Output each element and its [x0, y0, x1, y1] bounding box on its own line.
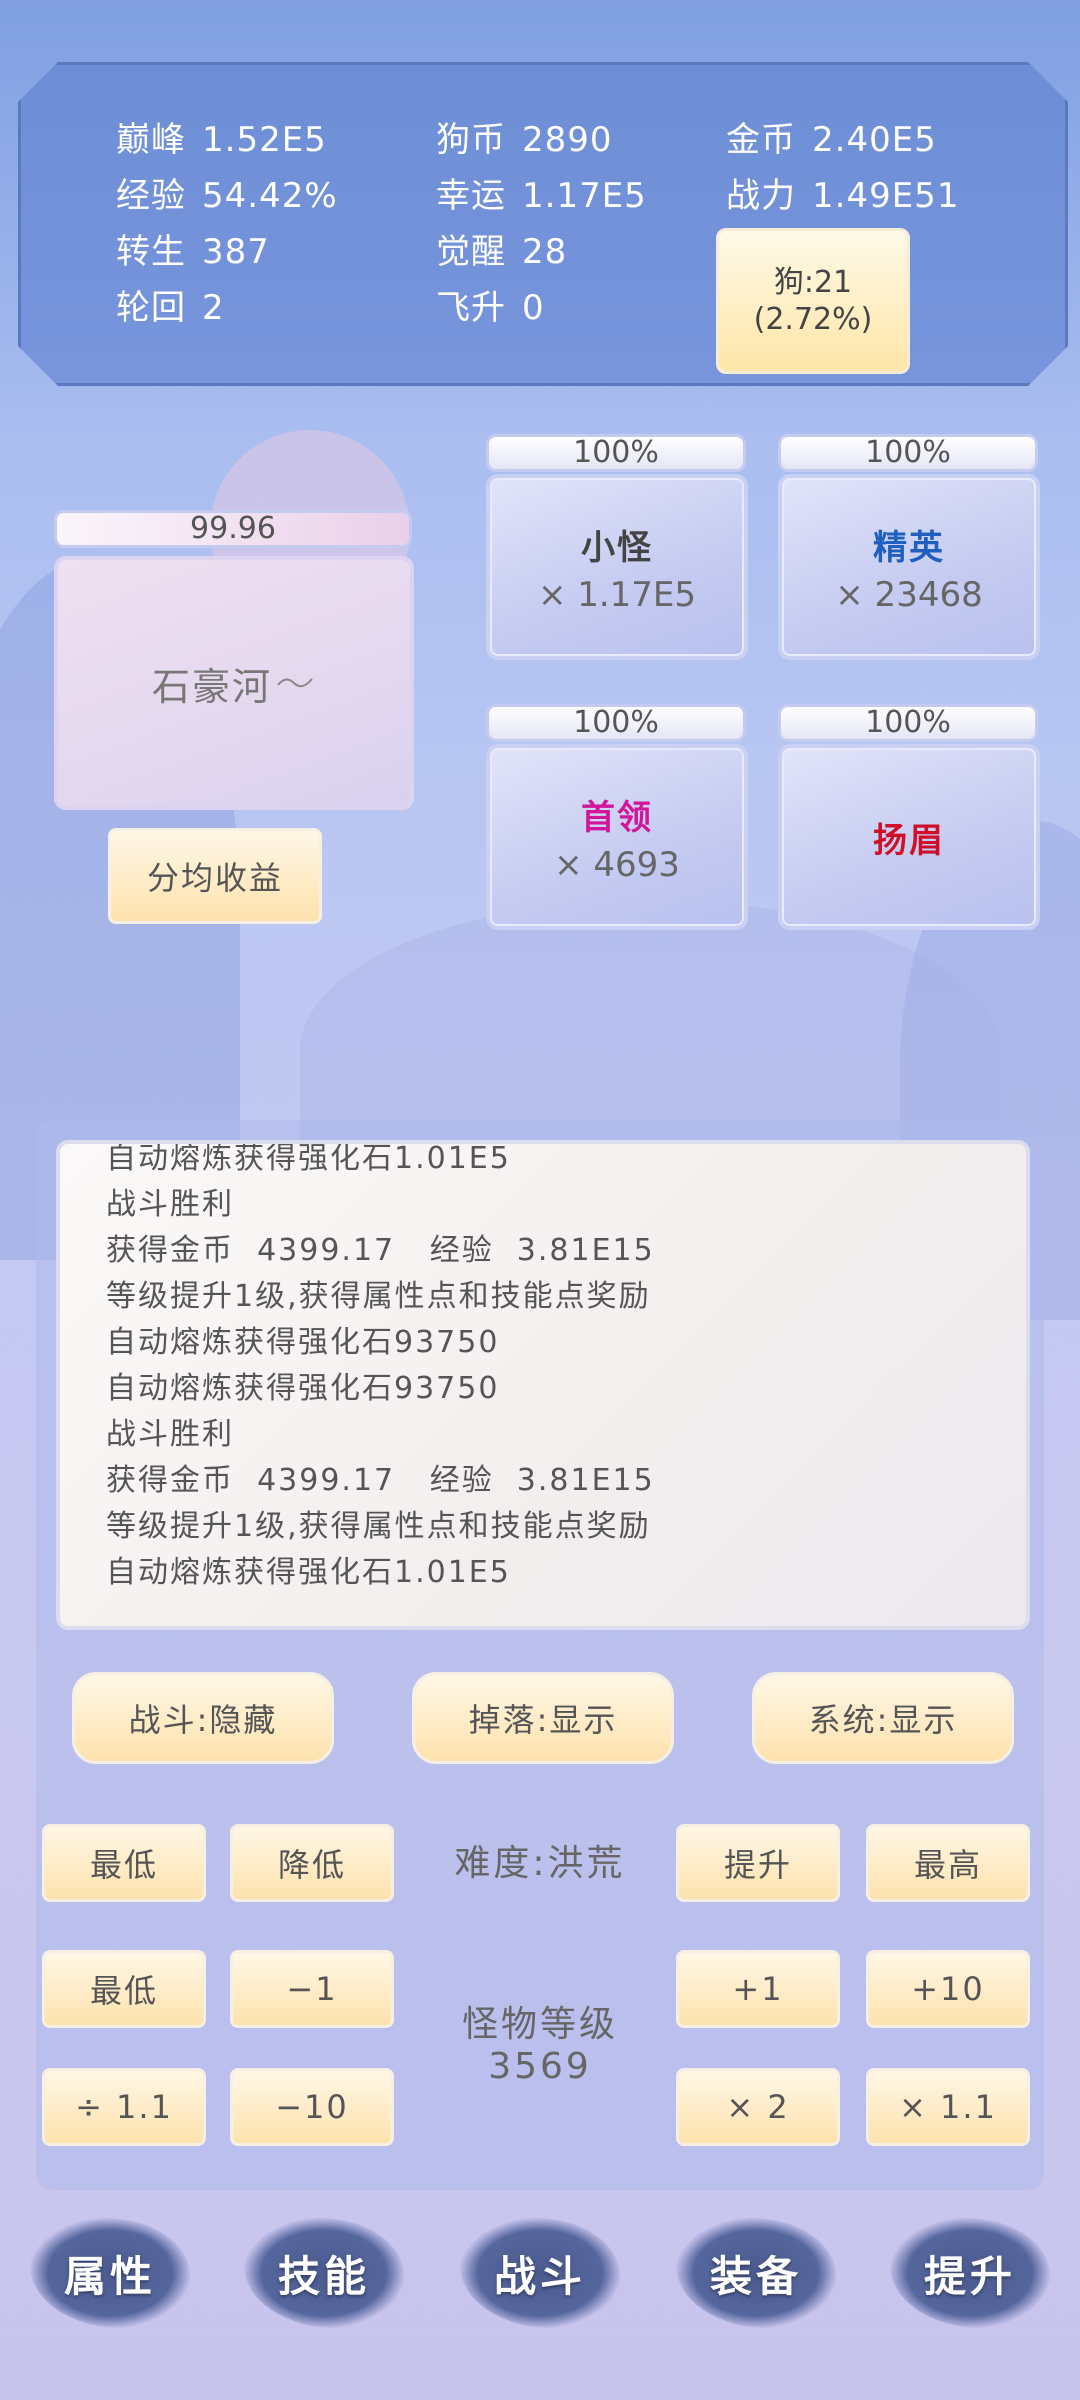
nav-attributes[interactable]: 属性 [30, 2218, 190, 2328]
log-line: 等级提升1级,获得属性点和技能点奖励 [106, 1279, 651, 1314]
difficulty-min-button[interactable]: 最低 [42, 1824, 206, 1902]
filter-drop-button[interactable]: 掉落:显示 [412, 1672, 674, 1764]
stat-power: 战力 1.49E51 [726, 176, 960, 216]
log-line: 自动熔炼获得强化石1.01E5 [106, 1555, 511, 1590]
enemy-count: × 23468 [835, 574, 983, 615]
enemy-progress-bar: 100% [778, 434, 1038, 472]
player-hp-bar: 99.96 [54, 510, 412, 548]
log-line: 战斗胜利 [106, 1187, 234, 1222]
filter-system-button[interactable]: 系统:显示 [752, 1672, 1014, 1764]
level-min-button[interactable]: 最低 [42, 1950, 206, 2028]
level-double-button[interactable]: × 2 [676, 2068, 840, 2146]
dog-percent: (2.72%) [753, 302, 873, 337]
enemy-progress-bar: 100% [778, 704, 1038, 742]
level-multiply-button[interactable]: × 1.1 [866, 2068, 1030, 2146]
level-divide-button[interactable]: ÷ 1.1 [42, 2068, 206, 2146]
enemy-name: 首领 [581, 797, 653, 838]
log-line: 等级提升1级,获得属性点和技能点奖励 [106, 1509, 651, 1544]
level-minus1-button[interactable]: −1 [230, 1950, 394, 2028]
stat-peak: 巅峰 1.52E5 [116, 120, 327, 160]
nav-equipment[interactable]: 装备 [676, 2218, 836, 2328]
enemy-name: 精英 [873, 527, 945, 568]
stat-samsara: 轮回 2 [116, 288, 225, 328]
split-earnings-button[interactable]: 分均收益 [108, 828, 322, 924]
stat-awaken: 觉醒 28 [436, 232, 568, 272]
dog-button[interactable]: 狗:21 (2.72%) [716, 228, 910, 374]
stat-luck: 幸运 1.17E5 [436, 176, 647, 216]
difficulty-max-button[interactable]: 最高 [866, 1824, 1030, 1902]
level-plus10-button[interactable]: +10 [866, 1950, 1030, 2028]
log-line: 自动熔炼获得强化石93750 [106, 1325, 500, 1360]
stat-dogcoin: 狗币 2890 [436, 120, 613, 160]
enemy-name: 小怪 [581, 527, 653, 568]
dog-count: 狗:21 [773, 264, 853, 300]
log-line: 自动熔炼获得强化石1.01E5 [106, 1141, 511, 1176]
nav-skills[interactable]: 技能 [244, 2218, 404, 2328]
difficulty-down-button[interactable]: 降低 [230, 1824, 394, 1902]
enemy-card-boss[interactable]: 首领 × 4693 [486, 744, 748, 930]
enemy-card-minion[interactable]: 小怪 × 1.17E5 [486, 474, 748, 660]
log-line: 获得金币 4399.17 经验 3.81E15 [106, 1233, 655, 1268]
enemy-name: 扬眉 [873, 820, 945, 861]
filter-battle-button[interactable]: 战斗:隐藏 [72, 1672, 334, 1764]
player-name: 石豪河 [151, 664, 272, 709]
log-line: 战斗胜利 [106, 1417, 234, 1452]
log-line: 自动熔炼获得强化石93750 [106, 1371, 500, 1406]
level-plus1-button[interactable]: +1 [676, 1950, 840, 2028]
player-card[interactable]: 石豪河 [54, 556, 414, 810]
enemy-progress-bar: 100% [486, 704, 746, 742]
level-minus10-button[interactable]: −10 [230, 2068, 394, 2146]
enemy-card-elite[interactable]: 精英 × 23468 [778, 474, 1040, 660]
flourish-icon [277, 678, 313, 688]
stat-rebirth: 转生 387 [116, 232, 270, 272]
log-line: 获得金币 4399.17 经验 3.81E15 [106, 1463, 655, 1498]
enemy-card-yangmei[interactable]: 扬眉 [778, 744, 1040, 930]
difficulty-up-button[interactable]: 提升 [676, 1824, 840, 1902]
nav-upgrade[interactable]: 提升 [890, 2218, 1050, 2328]
enemy-count: × 1.17E5 [537, 574, 697, 615]
stat-ascend: 飞升 0 [436, 288, 545, 328]
stat-exp: 经验 54.42% [116, 176, 338, 216]
enemy-count: × 4693 [554, 844, 680, 885]
battle-log[interactable]: 自动熔炼获得强化石1.01E5 战斗胜利 获得金币 4399.17 经验 3.81E… [56, 1140, 1030, 1630]
player-hp-value: 99.96 [190, 511, 276, 546]
monster-level-label: 怪物等级 3569 [420, 2004, 660, 2088]
stat-gold: 金币 2.40E5 [726, 120, 937, 160]
nav-battle[interactable]: 战斗 [460, 2218, 620, 2328]
difficulty-label: 难度:洪荒 [454, 1843, 626, 1884]
monster-level-value: 3569 [488, 2046, 592, 2087]
enemy-progress-bar: 100% [486, 434, 746, 472]
